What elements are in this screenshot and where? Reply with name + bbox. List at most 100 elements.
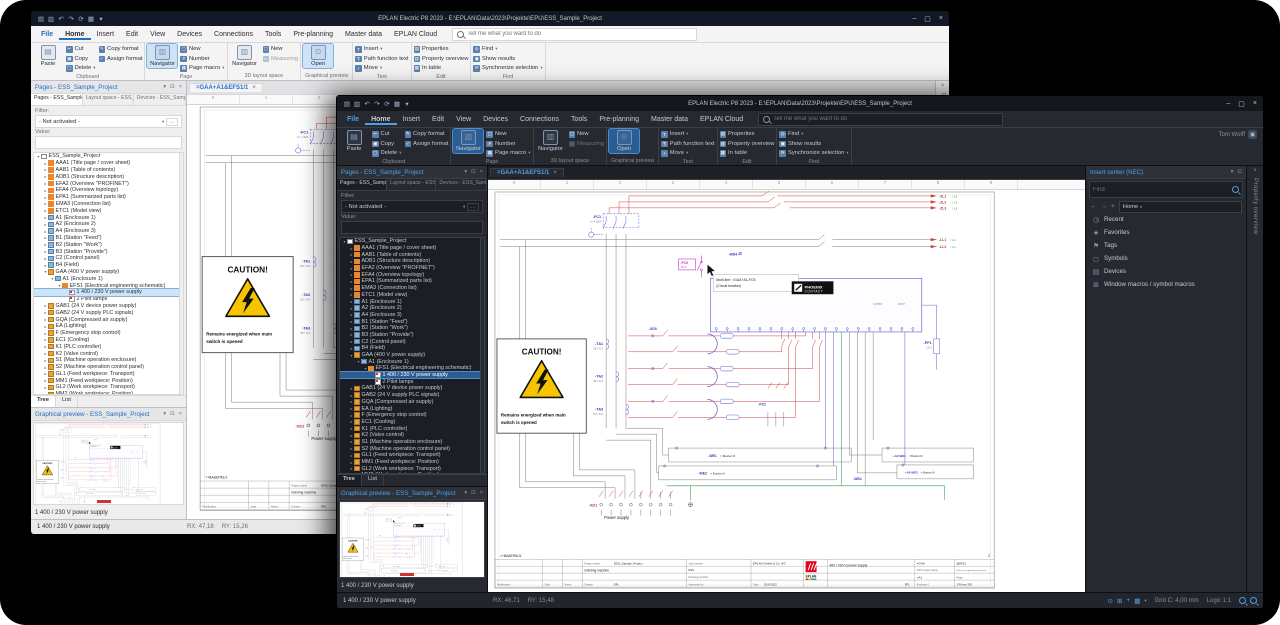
preview-canvas[interactable] [33, 422, 184, 505]
minimize-button[interactable]: – [912, 15, 916, 23]
tree-item[interactable]: ▸B1 (Station "Feed") [34, 235, 183, 242]
property-overview-button[interactable]: ▥Property overview [720, 140, 775, 149]
tree-item[interactable]: ▸F (Emergency stop control) [34, 330, 183, 337]
tree-item[interactable]: ▸MM1 (Feed workpiece: Position) [34, 377, 183, 384]
tree-item[interactable]: ▸MM2 (Work workpiece: Position) [34, 391, 183, 395]
pages-panel-header[interactable]: Pages - ESS_Sample_Project▾⊡× [337, 166, 487, 179]
pin-icon[interactable]: ▾ [464, 490, 467, 496]
tree-item[interactable]: ▾GAA (400 V power supply) [34, 269, 183, 276]
tree-item[interactable]: ▾ESS_Sample_Project [34, 153, 183, 160]
synchronize-selection-button[interactable]: ⟳Synchronize selection▾ [779, 149, 848, 158]
document-tab[interactable]: =GAA+A1&EFS1/1× [490, 168, 564, 177]
tab-master-data[interactable]: Master data [339, 29, 388, 40]
preview-panel-header[interactable]: Graphical preview - ESS_Sample_Project▾⊡… [31, 408, 186, 421]
delete-button[interactable]: ▢Delete▾ [66, 64, 96, 73]
tab-tree[interactable]: Tree [31, 396, 56, 407]
navigator-button[interactable]: ▥Navigator [536, 129, 566, 153]
tree-item[interactable]: ▸EMA3 (Connection list) [34, 201, 183, 208]
tab-tools[interactable]: Tools [565, 114, 593, 125]
maximize-button[interactable]: ▢ [1238, 100, 1245, 108]
insert-item-symbols[interactable]: ◻Symbols [1086, 252, 1246, 265]
panel-tab[interactable]: Pages - ESS_Sample_P... [337, 179, 387, 190]
property-overview-tab[interactable]: Property overview [1252, 178, 1258, 235]
tree-item[interactable]: ▸ADB1 (Structure description) [34, 173, 183, 180]
tree-item[interactable]: ▸GQA (Compressed air supply) [34, 316, 183, 323]
tree-item[interactable]: ▸AAA1 (Title page / cover sheet) [340, 245, 484, 252]
tab-file[interactable]: File [35, 29, 59, 40]
tree-item[interactable]: ▸EC1 (Cooling) [340, 419, 484, 426]
find-input[interactable] [1093, 187, 1229, 193]
float-icon[interactable]: ⊡ [170, 84, 175, 90]
tab-home[interactable]: Home [365, 114, 396, 125]
find-button[interactable]: ◎Find▾ [473, 45, 542, 54]
tree-item[interactable]: ▸AAB1 (Table of contents) [340, 251, 484, 258]
page-icon[interactable]: ▤ [37, 15, 45, 23]
tab-devices[interactable]: Devices [477, 114, 514, 125]
tree-item[interactable]: ▸GL2 (Work workpiece: Transport) [34, 384, 183, 391]
cut-button[interactable]: ✂Cut [66, 45, 96, 54]
preview-panel-header[interactable]: Graphical preview - ESS_Sample_Project▾⊡… [337, 487, 487, 500]
tab-view[interactable]: View [450, 114, 477, 125]
tree-item[interactable]: ▾A1 (Enclosure 1) [340, 358, 484, 365]
tree-item[interactable]: ▸K2 (Valve control) [340, 432, 484, 439]
tree-item[interactable]: ▸EPA1 (Summarized parts list) [34, 194, 183, 201]
tree-item[interactable]: ▸B2 (Station "Work") [34, 241, 183, 248]
measuring-button[interactable]: ▭Measuring [569, 140, 605, 149]
delete-button[interactable]: ▢Delete▾ [372, 149, 402, 158]
pin-icon[interactable]: ▾ [464, 169, 467, 175]
tab-connections[interactable]: Connections [208, 29, 259, 40]
tree-item[interactable]: ▾A1 (Enclosure 1) [34, 275, 183, 282]
tree-item[interactable]: ▸GAB2 (24 V supply PLC signals) [340, 392, 484, 399]
tab-tools[interactable]: Tools [259, 29, 287, 40]
tree-item[interactable]: ▸A2 (Enclosure 2) [34, 221, 183, 228]
open-button[interactable]: ⊙Open [303, 44, 333, 68]
tree-item[interactable]: ▸S2 (Machine operation control panel) [340, 445, 484, 452]
properties-button[interactable]: ▤Properties [720, 130, 775, 139]
breadcrumb[interactable]: Home▸ [1119, 201, 1242, 213]
tab-pre-planning[interactable]: Pre-planning [287, 29, 339, 40]
preview-viewport-marker[interactable] [400, 573, 414, 576]
tree-item[interactable]: ▸S2 (Machine operation control panel) [34, 364, 183, 371]
snap-icon[interactable]: ⊞ [1117, 597, 1122, 605]
close-icon[interactable]: × [179, 84, 182, 90]
filter-combo[interactable]: - Not activated -▾… [341, 200, 483, 213]
assign-format-button[interactable]: ✓Assign format [99, 55, 143, 64]
tree-item[interactable]: ▸S1 (Machine operation enclosure) [340, 439, 484, 446]
tree-item[interactable]: 1 400 / 230 V power supply [34, 289, 183, 296]
path-function-text-button[interactable]: ¶Path function text [355, 55, 408, 64]
tree-item[interactable]: 2 Pilot lamps [34, 296, 183, 303]
copy-format-button[interactable]: ✎Copy format [99, 45, 143, 54]
find-button[interactable]: ◎Find▾ [779, 130, 848, 139]
new-button[interactable]: ▢New [569, 130, 605, 139]
move-button[interactable]: +Move▾ [661, 149, 714, 158]
tree-item[interactable]: ▸AAA1 (Title page / cover sheet) [34, 160, 183, 167]
tell-me-input[interactable] [467, 31, 692, 37]
tree-item[interactable]: ▸EFA2 (Overview "PROFINET") [340, 265, 484, 272]
tree-item[interactable]: ▸K1 (PLC controller) [34, 343, 183, 350]
assign-format-button[interactable]: ✓Assign format [405, 140, 449, 149]
insert-item-devices[interactable]: ▤Devices [1086, 265, 1246, 278]
tree-item[interactable]: ▸S1 (Machine operation enclosure) [34, 357, 183, 364]
measuring-button[interactable]: ▭Measuring [263, 55, 299, 64]
value-input[interactable] [35, 136, 182, 149]
tree-item[interactable]: ▸B4 (Field) [340, 345, 484, 352]
filter-combo[interactable]: - Not activated -▾… [35, 115, 182, 128]
tree-item[interactable]: 1 400 / 230 V power supply [340, 372, 484, 379]
tree-item[interactable]: ▸EFA4 (Overview topology) [340, 271, 484, 278]
tree-item[interactable]: ▸K2 (Valve control) [34, 350, 183, 357]
forward-icon[interactable]: → [1101, 203, 1108, 210]
paste-button[interactable]: ▤Paste [33, 44, 63, 68]
more-icon[interactable]: ▾ [97, 15, 105, 23]
close-button[interactable]: × [1253, 100, 1257, 108]
new-button[interactable]: ▢New [486, 130, 530, 139]
tree-item[interactable]: ▸EA (Lighting) [34, 323, 183, 330]
tree-item[interactable]: ▸B3 (Station "Provide") [340, 332, 484, 339]
view-icon[interactable]: ▦ [87, 15, 95, 23]
close-icon[interactable]: × [252, 85, 256, 91]
title-bar[interactable]: ▤▥↶↷⟳▦▾ EPLAN Electric P8 2023 - E:\EPLA… [31, 11, 949, 26]
navigator-button[interactable]: ▥Navigator [230, 44, 260, 68]
tree-item[interactable]: ▸B1 (Station "Feed") [340, 318, 484, 325]
properties-button[interactable]: ▤Properties [414, 45, 469, 54]
in-table-button[interactable]: ▦In table [414, 64, 469, 73]
tab-insert[interactable]: Insert [91, 29, 121, 40]
